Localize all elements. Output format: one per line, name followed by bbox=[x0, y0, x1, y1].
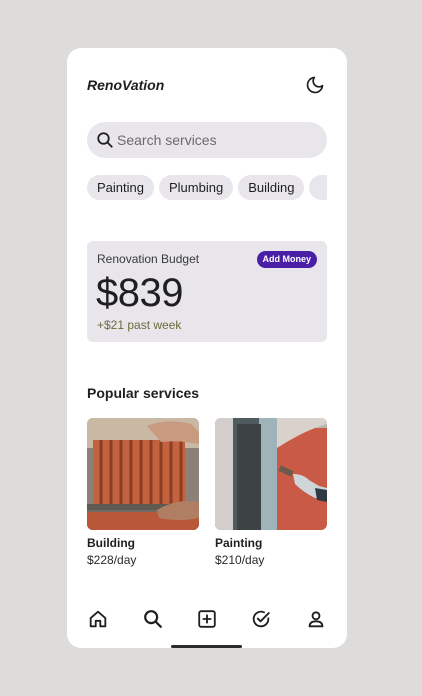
home-icon[interactable] bbox=[87, 608, 109, 630]
section-title: Popular services bbox=[87, 385, 200, 401]
app-screen: RenoVation PaintingPlumbingBuilding Reno… bbox=[67, 48, 347, 648]
service-card-painting[interactable]: Painting $210/day bbox=[215, 418, 327, 567]
service-price: $210/day bbox=[215, 553, 265, 567]
category-chips: Painting Plumbing Building bbox=[87, 175, 327, 201]
add-square-icon[interactable] bbox=[196, 608, 218, 630]
popular-services: Building $228/day Painting $210/day bbox=[87, 418, 327, 570]
chip-painting[interactable]: Painting bbox=[87, 175, 154, 200]
chip-building[interactable]: Building bbox=[238, 175, 305, 200]
check-circle-icon[interactable] bbox=[250, 608, 272, 630]
service-card-building[interactable]: Building $228/day bbox=[87, 418, 199, 567]
building-image bbox=[87, 418, 199, 530]
budget-change: +$21 past week bbox=[97, 318, 182, 332]
service-name: Painting bbox=[215, 536, 263, 550]
chip-more[interactable] bbox=[309, 175, 327, 200]
bottom-navigation bbox=[67, 588, 347, 648]
chip-plumbing[interactable]: Plumbing bbox=[158, 175, 234, 200]
home-indicator bbox=[171, 645, 242, 648]
add-money-button[interactable]: Add Money bbox=[256, 251, 317, 268]
budget-card: Renovation Budget Add Money $839 +$21 pa… bbox=[87, 241, 327, 342]
service-name: Building bbox=[87, 536, 135, 550]
budget-amount: $839 bbox=[96, 271, 183, 315]
painting-image bbox=[215, 418, 327, 530]
search-input[interactable] bbox=[117, 122, 317, 158]
profile-icon[interactable] bbox=[305, 608, 327, 630]
service-price: $228/day bbox=[87, 553, 137, 567]
search-icon bbox=[97, 132, 113, 148]
budget-label: Renovation Budget bbox=[97, 252, 200, 266]
app-title: RenoVation bbox=[87, 77, 165, 93]
app-header: RenoVation bbox=[87, 75, 327, 95]
moon-icon[interactable] bbox=[305, 75, 325, 95]
search-bar[interactable] bbox=[87, 122, 327, 158]
search-icon[interactable] bbox=[142, 608, 164, 630]
